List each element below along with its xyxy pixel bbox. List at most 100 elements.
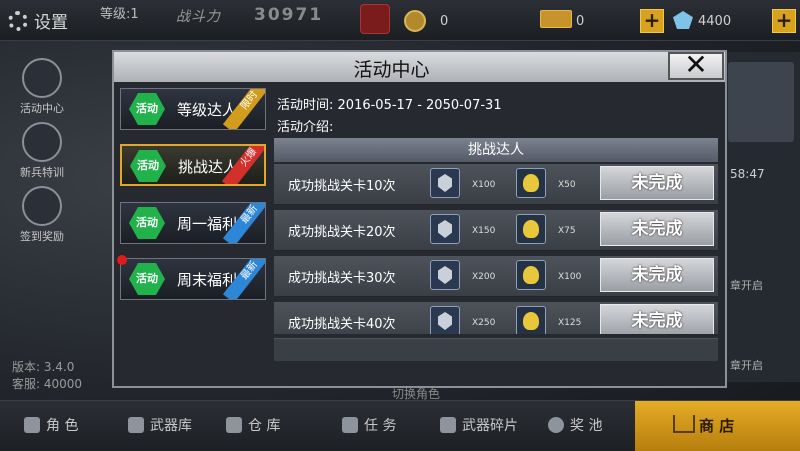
task-label: 成功挑战关卡30次 [288,271,396,286]
tab-monday-bonus[interactable]: 活动 周一福利 最新 [120,202,266,244]
activity-time: 活动时间: 2016-05-17 - 2050-07-31 [277,94,502,113]
dialog-title-bar: 活动中心 ✕ [114,51,725,82]
settings-label: 设置 [34,13,68,33]
chapter-open-label: 章开启 [730,359,763,372]
list-footer-bar [274,338,718,361]
nav-label: 商 店 [699,417,735,435]
activity-hexagon-icon: 活动 [129,207,165,239]
reward-quantity: X75 [558,226,576,236]
menu-item-activity-center[interactable]: 活动中心 [12,58,72,120]
level-label: 等级:1 [100,7,139,22]
toolbox-icon [226,417,242,433]
menu-item-label: 活动中心 [20,102,64,115]
activity-center-icon [22,58,62,98]
power-value: 30971 [254,5,324,25]
add-gem-button[interactable]: + [772,9,796,33]
add-gold-button[interactable]: + [640,9,664,33]
service-text: 客服: 40000 [12,377,83,391]
task-label: 成功挑战关卡20次 [288,225,396,240]
activity-hexagon-icon: 活动 [129,263,165,295]
task-label: 成功挑战关卡40次 [288,317,396,332]
top-bar: 设置 等级:1 战斗力 30971 0 0 + 4400 + [0,0,800,41]
incomplete-button[interactable]: 未完成 [600,258,714,292]
nav-label: 仓 库 [248,418,281,434]
menu-item-recruit-training[interactable]: 新兵特训 [12,122,72,184]
nav-role[interactable]: 角 色 [24,415,78,435]
task-label: 成功挑战关卡10次 [288,179,396,194]
medal-reward-icon [430,168,460,198]
activity-time-value: 2016-05-17 - 2050-07-31 [337,98,502,113]
nav-shop[interactable]: 商 店 [635,401,800,451]
nav-warehouse[interactable]: 仓 库 [226,415,280,435]
countdown-time: 58:47 [730,167,765,181]
task-row: 成功挑战关卡10次 X100 X50 未完成 [274,164,718,205]
skull-reward-icon [516,306,546,334]
calendar-icon [22,186,62,226]
medal-reward-icon [430,306,460,334]
right-side-panel: 58:47 章开启 章开启 [722,52,800,382]
nav-label: 武器碎片 [462,418,518,434]
gold-bar-icon [540,10,572,28]
activity-hexagon-icon: 活动 [130,150,166,182]
nav-tasks[interactable]: 任 务 [342,415,396,435]
activity-hexagon-icon: 活动 [129,93,165,125]
puzzle-icon [440,417,456,433]
reward-quantity: X50 [558,180,576,190]
settings-button[interactable]: 设置 [8,8,68,33]
bullets-icon [128,417,144,433]
incomplete-button[interactable]: 未完成 [600,304,714,334]
medal-reward-icon [430,260,460,290]
helmet-icon [24,417,40,433]
coin-value: 0 [440,14,449,29]
skull-reward-icon [516,168,546,198]
skull-reward-icon [516,260,546,290]
close-button[interactable]: ✕ [668,51,724,80]
activity-intro-label: 活动介绍: [277,120,334,135]
version-text: 版本: 3.4.0 [12,360,75,374]
nav-label: 武器库 [150,418,192,434]
nav-weapon-fragments[interactable]: 武器碎片 [440,415,518,435]
rank-badge-icon [360,4,390,34]
medal-reward-icon [430,214,460,244]
tab-challenge-master[interactable]: 活动 挑战达人 火爆 [120,144,266,186]
tab-weekend-bonus[interactable]: 活动 周末福利 最新 [117,255,266,300]
bottom-nav: 角 色 武器库 仓 库 任 务 武器碎片 奖 池 商 店 [0,400,800,451]
nav-prize-pool[interactable]: 奖 池 [548,415,602,435]
scroll-icon [342,417,358,433]
tab-level-master[interactable]: 活动 等级达人 限时 [120,88,266,130]
chapter-open-label: 章开启 [730,279,763,292]
cart-icon [673,415,695,433]
reward-quantity: X200 [472,272,496,282]
task-list[interactable]: 成功挑战关卡10次 X100 X50 未完成 成功挑战关卡20次 X150 X7… [274,164,718,334]
reward-quantity: X125 [558,318,582,328]
coin-icon [404,10,426,32]
dialog-title: 活动中心 [353,59,430,81]
star-icon [548,417,564,433]
power-label: 战斗力 [176,9,221,25]
task-row: 成功挑战关卡40次 X250 X125 未完成 [274,302,718,334]
gem-value: 4400 [698,14,732,29]
left-menu: 活动中心 新兵特训 签到奖励 [12,58,72,250]
nav-label: 奖 池 [570,418,603,434]
menu-item-signin-reward[interactable]: 签到奖励 [12,186,72,248]
menu-item-label: 新兵特训 [20,166,64,179]
activity-time-label: 活动时间: [277,98,334,113]
reward-quantity: X100 [558,272,582,282]
medal-icon [22,122,62,162]
nav-label: 角 色 [46,418,79,434]
menu-item-label: 签到奖励 [20,230,64,243]
task-row: 成功挑战关卡30次 X200 X100 未完成 [274,256,718,297]
activity-center-dialog: 活动中心 ✕ 活动 等级达人 限时 活动 挑战达人 火爆 活动 周一福利 最新 … [112,50,727,388]
reward-quantity: X100 [472,180,496,190]
gem-icon [673,11,693,29]
skull-reward-icon [516,214,546,244]
incomplete-button[interactable]: 未完成 [600,212,714,246]
incomplete-button[interactable]: 未完成 [600,166,714,200]
nav-armory[interactable]: 武器库 [128,415,192,435]
tab-inner: 活动 周末福利 最新 [121,259,265,299]
gold-value: 0 [576,14,585,29]
gear-icon [8,10,28,31]
reward-quantity: X250 [472,318,496,328]
reward-quantity: X150 [472,226,496,236]
task-row: 成功挑战关卡20次 X150 X75 未完成 [274,210,718,251]
